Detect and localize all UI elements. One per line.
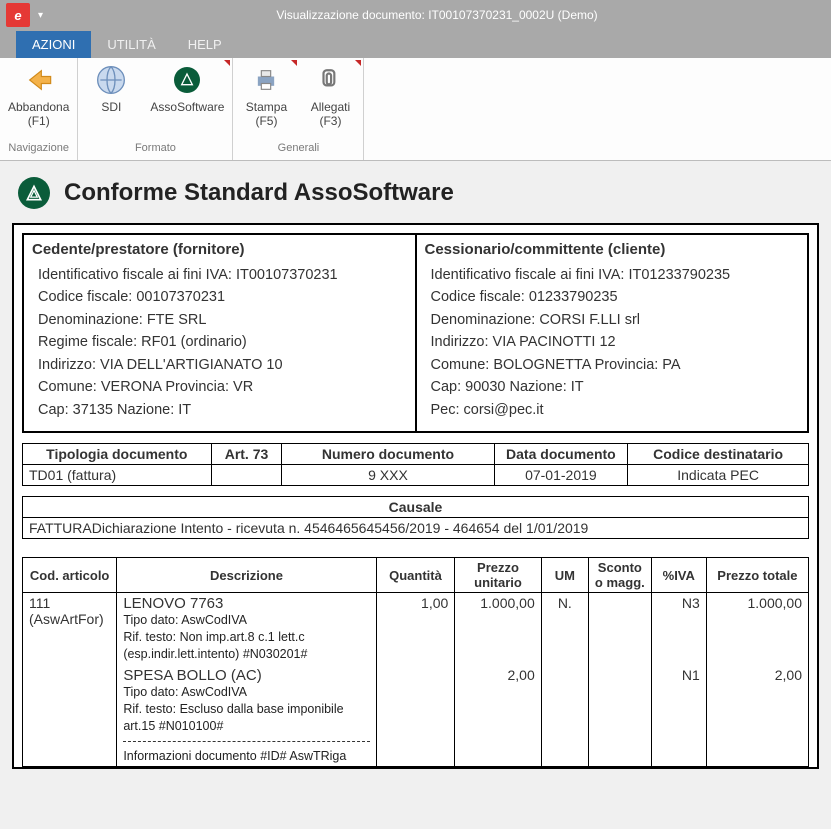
causale-h: Causale: [23, 497, 809, 518]
meta-dest: Indicata PEC: [628, 465, 809, 486]
cliente-cap: Cap: 90030 Nazione: IT: [431, 376, 800, 398]
fornitore-cap: Cap: 37135 Nazione: IT: [38, 399, 407, 421]
group-label-generali: Generali: [241, 136, 355, 158]
group-label-nav: Navigazione: [8, 136, 69, 158]
lh-cod: Cod. articolo: [23, 558, 117, 593]
cliente-pec: Pec: corsi@pec.it: [431, 399, 800, 421]
fornitore-den: Denominazione: FTE SRL: [38, 309, 407, 331]
ribbon-group-generali: Stampa (F5) Allegati (F3) Generali: [233, 58, 364, 160]
ribbon-tabs: AZIONI UTILITÀ HELP: [0, 30, 831, 58]
printer-icon: [250, 64, 282, 96]
stampa-shortcut: (F5): [255, 114, 277, 128]
ribbon: Abbandona (F1) Navigazione SDI AssoSoftw…: [0, 58, 831, 161]
meta-data: 07-01-2019: [494, 465, 628, 486]
fornitore-cf: Codice fiscale: 00107370231: [38, 286, 407, 308]
fornitore-iva: Identificativo fiscale ai fini IVA: IT00…: [38, 264, 407, 286]
document-title: Conforme Standard AssoSoftware: [64, 179, 454, 207]
abbandona-shortcut: (F1): [28, 114, 50, 128]
assosoftware-label: AssoSoftware: [150, 100, 224, 114]
causale-val: FATTURADichiarazione Intento - ricevuta …: [23, 518, 809, 539]
document-header: Conforme Standard AssoSoftware: [18, 177, 821, 209]
ribbon-group-navigazione: Abbandona (F1) Navigazione: [0, 58, 78, 160]
stampa-button[interactable]: Stampa (F5): [241, 64, 291, 128]
parties-box: Cedente/prestatore (fornitore) Identific…: [22, 233, 809, 433]
meta-h-tipo: Tipologia documento: [23, 444, 212, 465]
line-qta: 1,00: [376, 593, 455, 767]
allegati-shortcut: (F3): [319, 114, 341, 128]
stampa-label: Stampa: [246, 100, 287, 114]
document-viewer: Conforme Standard AssoSoftware Cedente/p…: [0, 161, 831, 777]
fornitore-title: Cedente/prestatore (fornitore): [32, 241, 407, 258]
tab-help[interactable]: HELP: [172, 31, 238, 58]
lh-um: UM: [541, 558, 588, 593]
line-cod: 111 (AswArtFor): [23, 593, 117, 767]
line-um: N.: [541, 593, 588, 767]
lines-table: Cod. articolo Descrizione Quantità Prezz…: [22, 557, 809, 767]
fornitore-ind: Indirizzo: VIA DELL'ARTIGIANATO 10: [38, 354, 407, 376]
doc-meta-table: Tipologia documento Art. 73 Numero docum…: [22, 443, 809, 486]
fornitore-com: Comune: VERONA Provincia: VR: [38, 376, 407, 398]
line-tot: 1.000,00 2,00: [706, 593, 808, 767]
line-pu: 1.000,00 2,00: [455, 593, 541, 767]
allegati-button[interactable]: Allegati (F3): [305, 64, 355, 128]
cliente-den: Denominazione: CORSI F.LLI srl: [431, 309, 800, 331]
invoice-page: Cedente/prestatore (fornitore) Identific…: [12, 223, 819, 769]
lh-qta: Quantità: [376, 558, 455, 593]
abbandona-label: Abbandona: [8, 100, 69, 114]
sdi-button[interactable]: SDI: [86, 64, 136, 114]
cliente-title: Cessionario/committente (cliente): [425, 241, 800, 258]
lh-sconto: Sconto o magg.: [588, 558, 651, 593]
app-icon: e: [6, 3, 30, 27]
assosoftware-icon: [171, 64, 203, 96]
meta-h-num: Numero documento: [282, 444, 494, 465]
sdi-label: SDI: [101, 100, 121, 114]
meta-art73: [211, 465, 282, 486]
meta-num: 9 XXX: [282, 465, 494, 486]
fornitore-regime: Regime fiscale: RF01 (ordinario): [38, 331, 407, 353]
tab-utilita[interactable]: UTILITÀ: [91, 31, 171, 58]
lh-iva: %IVA: [651, 558, 706, 593]
abbandona-button[interactable]: Abbandona (F1): [8, 64, 69, 128]
meta-h-dest: Codice destinatario: [628, 444, 809, 465]
sdi-icon: [95, 64, 127, 96]
causale-table: Causale FATTURADichiarazione Intento - r…: [22, 496, 809, 539]
cliente-com: Comune: BOLOGNETTA Provincia: PA: [431, 354, 800, 376]
fornitore-box: Cedente/prestatore (fornitore) Identific…: [24, 235, 415, 431]
line-iva: N3 N1: [651, 593, 706, 767]
line-row: 111 (AswArtFor) LENOVO 7763 Tipo dato: A…: [23, 593, 809, 767]
assosoftware-button[interactable]: AssoSoftware: [150, 64, 224, 114]
title-bar: e ▾ Visualizzazione documento: IT0010737…: [0, 0, 831, 30]
paperclip-icon: [314, 64, 346, 96]
lh-tot: Prezzo totale: [706, 558, 808, 593]
meta-h-art73: Art. 73: [211, 444, 282, 465]
meta-tipo: TD01 (fattura): [23, 465, 212, 486]
cliente-iva: Identificativo fiscale ai fini IVA: IT01…: [431, 264, 800, 286]
meta-h-data: Data documento: [494, 444, 628, 465]
allegati-label: Allegati: [311, 100, 350, 114]
cliente-ind: Indirizzo: VIA PACINOTTI 12: [431, 331, 800, 353]
assosoftware-logo-icon: [18, 177, 50, 209]
cliente-cf: Codice fiscale: 01233790235: [431, 286, 800, 308]
lh-pu: Prezzo unitario: [455, 558, 541, 593]
lh-desc: Descrizione: [117, 558, 376, 593]
window-title: Visualizzazione documento: IT00107370231…: [43, 8, 831, 22]
ribbon-group-formato: SDI AssoSoftware Formato: [78, 58, 233, 160]
line-sconto: [588, 593, 651, 767]
group-label-formato: Formato: [86, 136, 224, 158]
cliente-box: Cessionario/committente (cliente) Identi…: [415, 235, 808, 431]
line-desc: LENOVO 7763 Tipo dato: AswCodIVA Rif. te…: [117, 593, 376, 767]
tab-azioni[interactable]: AZIONI: [16, 31, 91, 58]
back-arrow-icon: [23, 64, 55, 96]
